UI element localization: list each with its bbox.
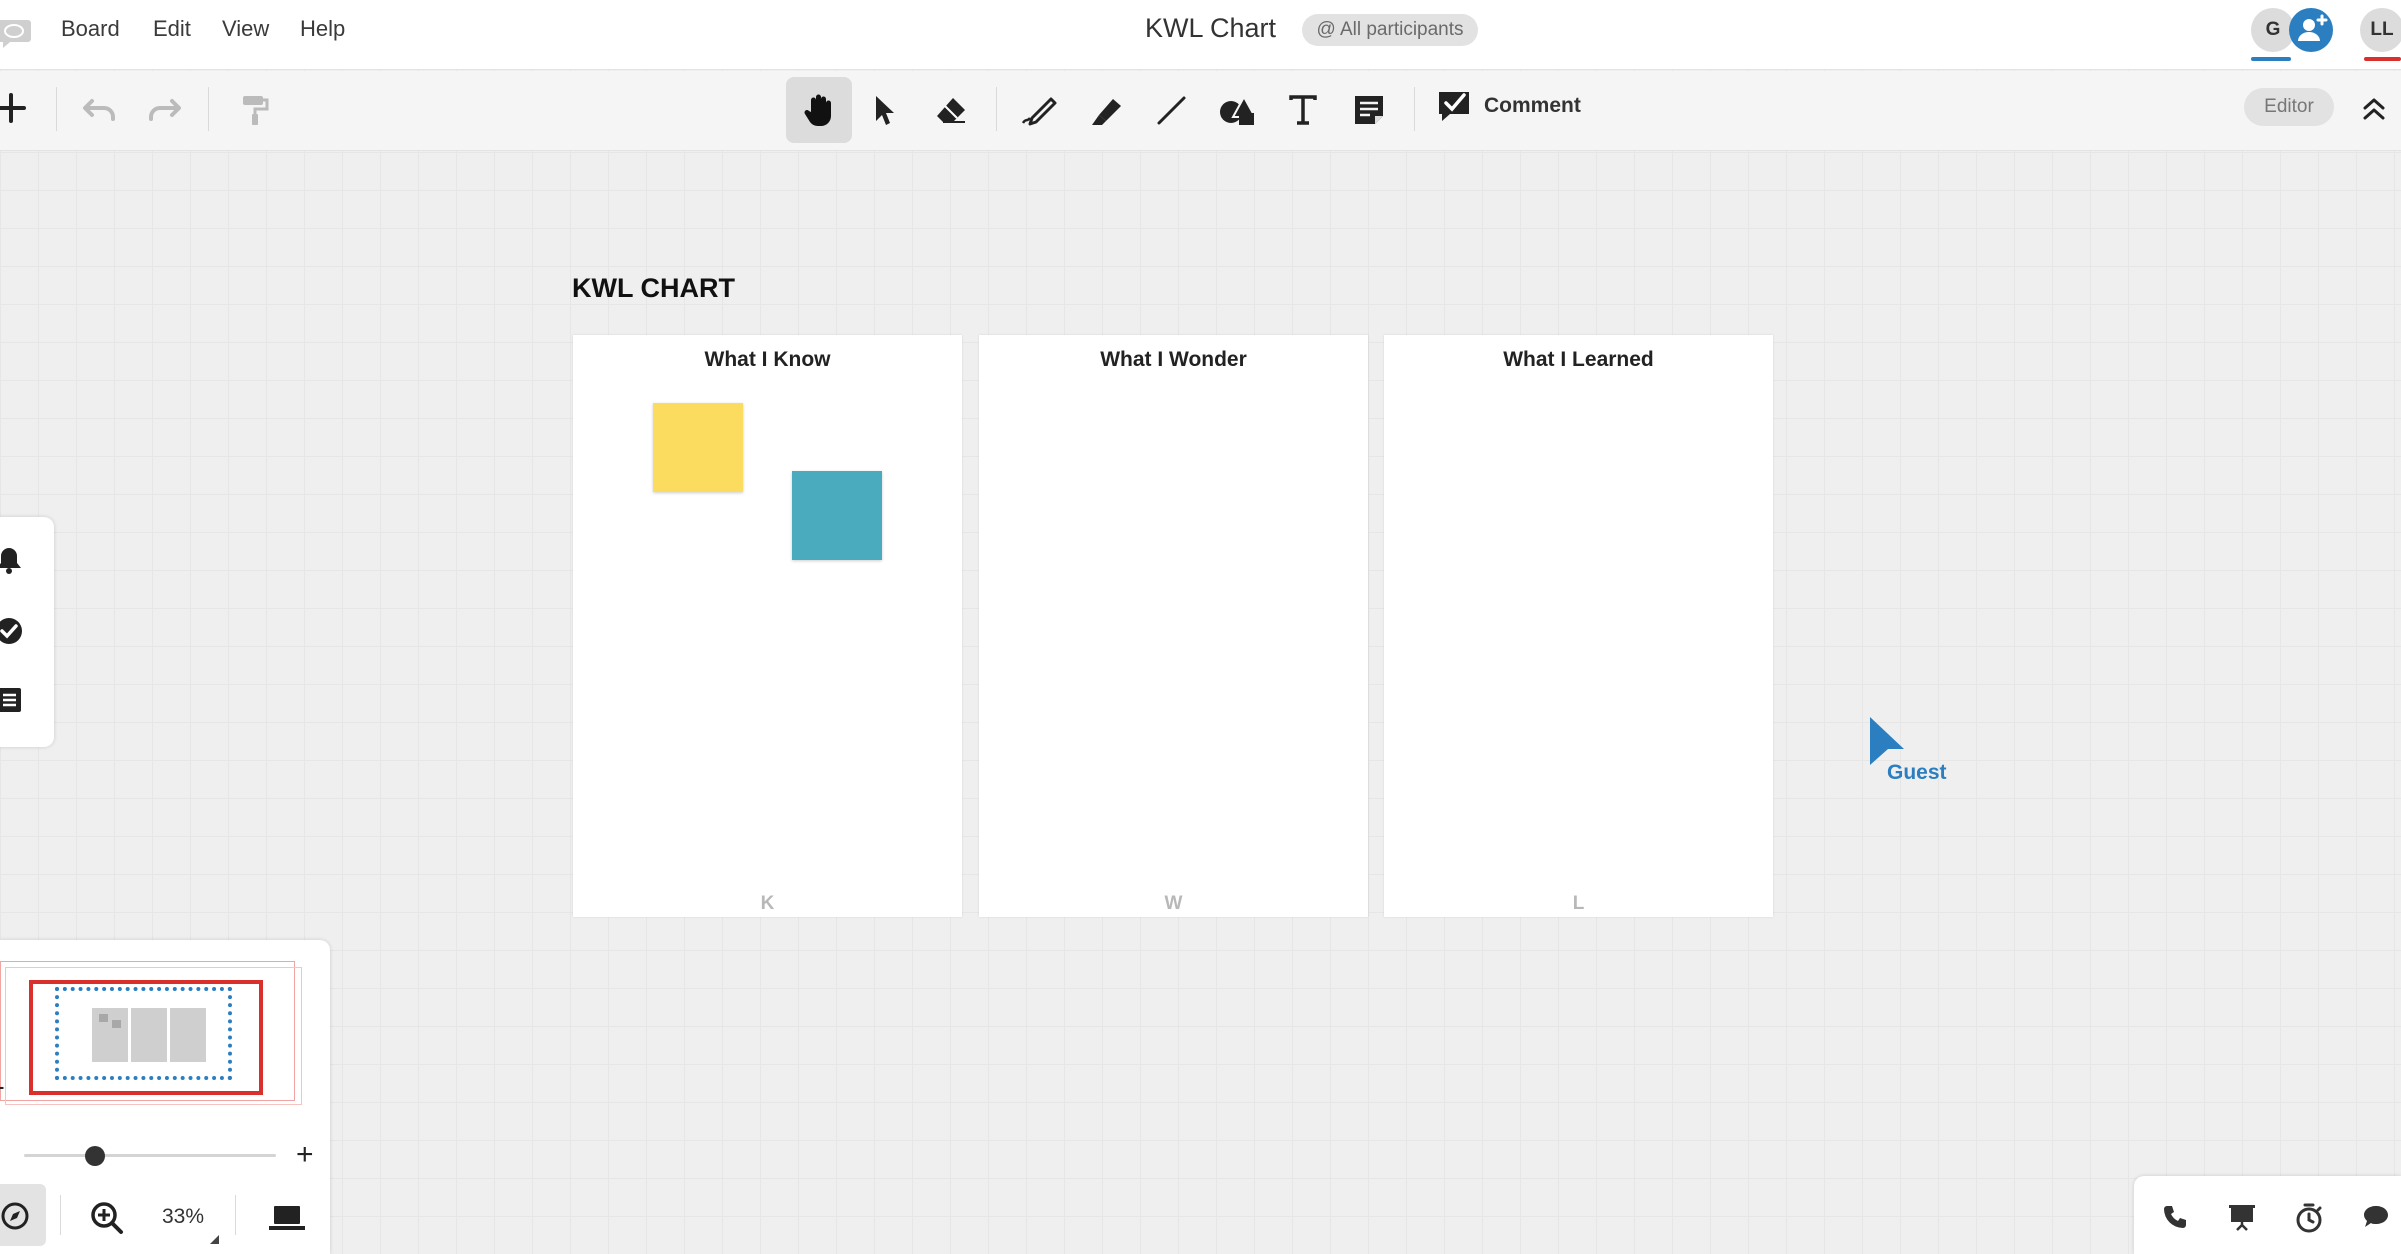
zoom-fit-icon[interactable] [90, 1201, 124, 1235]
pointer-icon [876, 96, 894, 125]
comment-button[interactable]: Comment [1436, 89, 1581, 123]
invite-user-button[interactable] [2289, 8, 2333, 52]
add-icon[interactable] [0, 91, 28, 125]
add-user-icon [2298, 14, 2328, 41]
redo-icon[interactable] [146, 95, 182, 125]
menu-help[interactable]: Help [300, 16, 345, 42]
menu-bar: Board Edit View Help KWL Chart @ All par… [0, 0, 2401, 70]
minimap-sticky [99, 1014, 108, 1022]
line-tool[interactable] [1138, 77, 1204, 143]
minimap-column [131, 1008, 167, 1062]
column-header: What I Wonder [1100, 348, 1247, 371]
shapes-icon [1220, 94, 1257, 125]
guest-cursor-label: Guest [1887, 761, 1947, 784]
format-painter-icon[interactable] [240, 93, 270, 127]
timer-icon[interactable] [2294, 1203, 2324, 1233]
sticky-note-teal[interactable] [792, 471, 882, 560]
comment-check-icon [1439, 92, 1469, 121]
sticky-note-icon [1355, 96, 1383, 124]
role-badge[interactable]: Editor [2244, 88, 2334, 126]
board-frame-title[interactable]: KWL CHART [572, 273, 735, 304]
text-icon [1289, 95, 1317, 125]
toolbar-divider [996, 87, 997, 131]
column-header: What I Learned [1503, 348, 1654, 371]
minimap-panel: - + 33% [0, 940, 330, 1254]
toolbar-divider [1414, 87, 1415, 131]
avatar-initials: LL [2370, 19, 2394, 40]
sticky-note-tool[interactable] [1336, 77, 1402, 143]
pen-icon [1021, 97, 1057, 126]
menu-view[interactable]: View [222, 16, 269, 42]
comment-label: Comment [1484, 94, 1581, 117]
side-panel [0, 517, 54, 747]
kwl-column-wonder[interactable]: What I Wonder W [979, 335, 1368, 917]
column-header: What I Know [704, 348, 831, 371]
zoom-level-dropdown[interactable]: 33% [162, 1205, 204, 1229]
presentation-icon[interactable] [2227, 1203, 2257, 1231]
column-letter: W [1164, 893, 1183, 914]
list-icon[interactable] [0, 685, 24, 715]
zoom-in-button[interactable]: + [296, 1138, 314, 1172]
toolbar: Comment Editor [0, 71, 2401, 151]
app-logo-icon[interactable] [0, 16, 32, 50]
undo-icon[interactable] [82, 95, 118, 125]
highlighter-icon [1092, 99, 1121, 125]
shapes-tool[interactable] [1204, 77, 1270, 143]
guest-cursor-icon [1868, 715, 1906, 765]
avatar-guest-underline [2251, 57, 2291, 61]
zoom-dropdown-caret-icon [210, 1235, 219, 1244]
compass-icon [1, 1202, 29, 1230]
menu-edit[interactable]: Edit [153, 16, 191, 42]
navigator-toggle[interactable] [0, 1184, 46, 1246]
eraser-icon [937, 98, 965, 123]
minimap-sticky [112, 1020, 121, 1028]
toolbar-divider [56, 87, 57, 131]
panel-divider [235, 1195, 236, 1235]
collaboration-panel [2134, 1176, 2401, 1254]
menu-board[interactable]: Board [61, 16, 120, 42]
hand-tool[interactable] [786, 77, 852, 143]
check-circle-icon[interactable] [0, 616, 24, 646]
highlighter-tool[interactable] [1072, 77, 1138, 143]
bell-icon[interactable] [0, 545, 24, 575]
panel-divider [60, 1195, 61, 1235]
zoom-out-button[interactable]: - [0, 1071, 5, 1102]
minimap-column [92, 1008, 128, 1062]
kwl-column-learned[interactable]: What I Learned L [1384, 335, 1773, 917]
chat-icon[interactable] [2362, 1203, 2390, 1231]
toolbar-divider [208, 87, 209, 131]
column-letter: L [1572, 893, 1585, 914]
participants-filter[interactable]: @ All participants [1302, 14, 1478, 46]
laptop-icon[interactable] [268, 1204, 306, 1232]
collapse-toolbar-icon[interactable] [2360, 95, 2388, 123]
avatar-ll[interactable]: LL [2360, 8, 2401, 52]
select-tool[interactable] [852, 77, 918, 143]
avatar-initials: G [2265, 19, 2281, 40]
minimap-column [170, 1008, 206, 1062]
sticky-note-yellow[interactable] [653, 403, 743, 492]
zoom-slider-track[interactable] [24, 1154, 276, 1157]
line-icon [1157, 96, 1186, 125]
eraser-tool[interactable] [918, 77, 984, 143]
zoom-slider-thumb[interactable] [85, 1146, 105, 1166]
kwl-column-know[interactable]: What I Know K [573, 335, 962, 917]
column-letter: K [760, 893, 775, 914]
phone-icon[interactable] [2161, 1203, 2189, 1231]
hand-icon [804, 94, 831, 126]
avatar-ll-underline [2364, 57, 2401, 61]
text-tool[interactable] [1270, 77, 1336, 143]
pen-tool[interactable] [1006, 77, 1072, 143]
board-title[interactable]: KWL Chart [1145, 13, 1276, 44]
